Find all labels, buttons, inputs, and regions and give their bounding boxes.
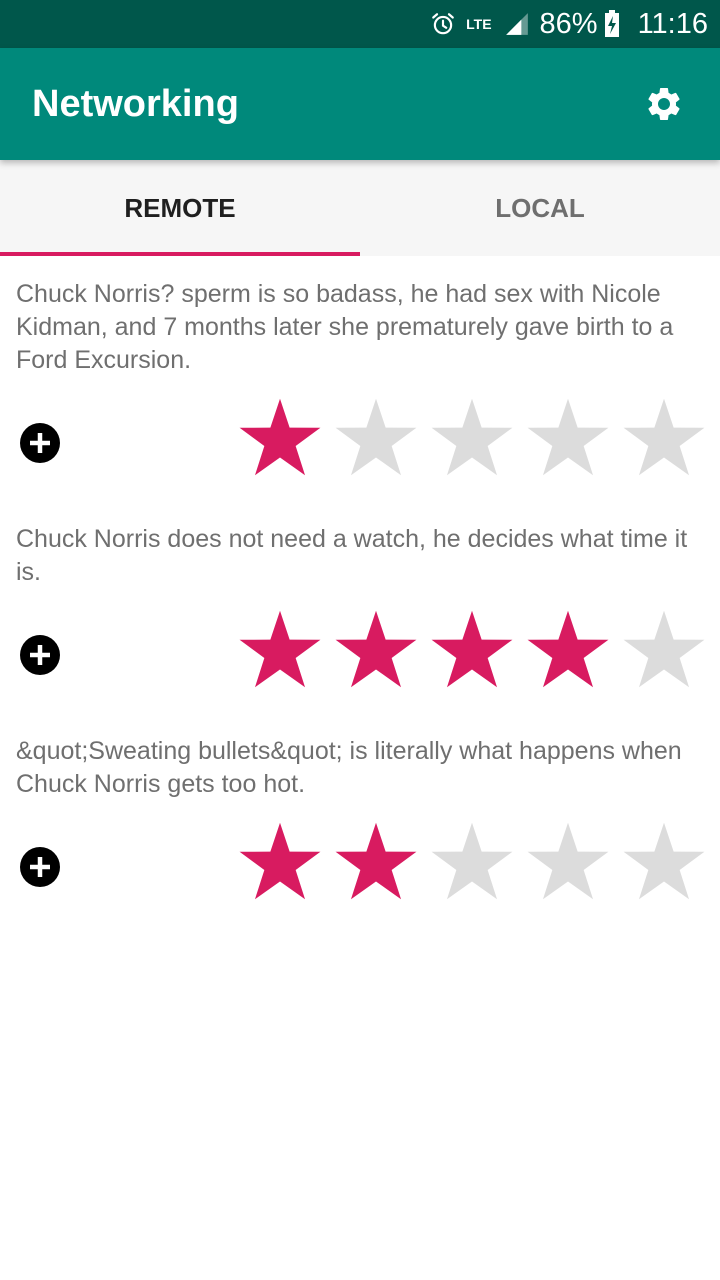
star-filled-icon[interactable] xyxy=(232,395,328,479)
star-empty-icon[interactable] xyxy=(328,395,424,479)
list-item: Chuck Norris does not need a watch, he d… xyxy=(0,501,720,713)
star-rating[interactable] xyxy=(232,819,712,903)
list-item: &quot;Sweating bullets&quot; is literall… xyxy=(0,713,720,925)
star-empty-icon[interactable] xyxy=(616,819,712,903)
tab-remote[interactable]: REMOTE xyxy=(0,160,360,256)
plus-circle-icon xyxy=(20,847,60,887)
app-title: Networking xyxy=(32,82,239,125)
star-filled-icon[interactable] xyxy=(328,819,424,903)
joke-text: Chuck Norris? sperm is so badass, he had… xyxy=(16,280,674,374)
star-filled-icon[interactable] xyxy=(232,819,328,903)
tab-bar: REMOTE LOCAL xyxy=(0,160,720,256)
signal-icon xyxy=(504,11,530,37)
joke-text: &quot;Sweating bullets&quot; is literall… xyxy=(16,737,682,798)
battery-charging-icon xyxy=(604,10,620,38)
star-empty-icon[interactable] xyxy=(424,819,520,903)
tab-label: LOCAL xyxy=(495,192,585,223)
gear-icon xyxy=(648,87,680,120)
app-bar: Networking xyxy=(0,48,720,160)
tab-label: REMOTE xyxy=(124,192,236,223)
star-empty-icon[interactable] xyxy=(616,607,712,691)
star-filled-icon[interactable] xyxy=(328,607,424,691)
joke-text: Chuck Norris does not need a watch, he d… xyxy=(16,525,688,586)
lte-icon: LTE xyxy=(466,17,493,31)
alarm-icon xyxy=(430,11,456,37)
star-empty-icon[interactable] xyxy=(520,395,616,479)
tab-local[interactable]: LOCAL xyxy=(360,160,720,256)
star-rating[interactable] xyxy=(232,607,712,691)
star-empty-icon[interactable] xyxy=(520,819,616,903)
add-button[interactable] xyxy=(19,846,61,888)
star-filled-icon[interactable] xyxy=(520,607,616,691)
plus-circle-icon xyxy=(20,635,60,675)
network-type: LTE xyxy=(466,16,492,32)
star-filled-icon[interactable] xyxy=(232,607,328,691)
clock: 11:16 xyxy=(637,7,708,40)
joke-list: Chuck Norris? sperm is so badass, he had… xyxy=(0,256,720,925)
star-empty-icon[interactable] xyxy=(616,395,712,479)
battery-percentage: 86% xyxy=(539,7,598,40)
settings-button[interactable] xyxy=(640,80,688,128)
list-item: Chuck Norris? sperm is so badass, he had… xyxy=(0,256,720,501)
star-empty-icon[interactable] xyxy=(424,395,520,479)
add-button[interactable] xyxy=(19,422,61,464)
star-filled-icon[interactable] xyxy=(424,607,520,691)
star-rating[interactable] xyxy=(232,395,712,479)
status-bar: LTE 86% 11:16 xyxy=(0,0,720,48)
plus-circle-icon xyxy=(20,423,60,463)
add-button[interactable] xyxy=(19,634,61,676)
